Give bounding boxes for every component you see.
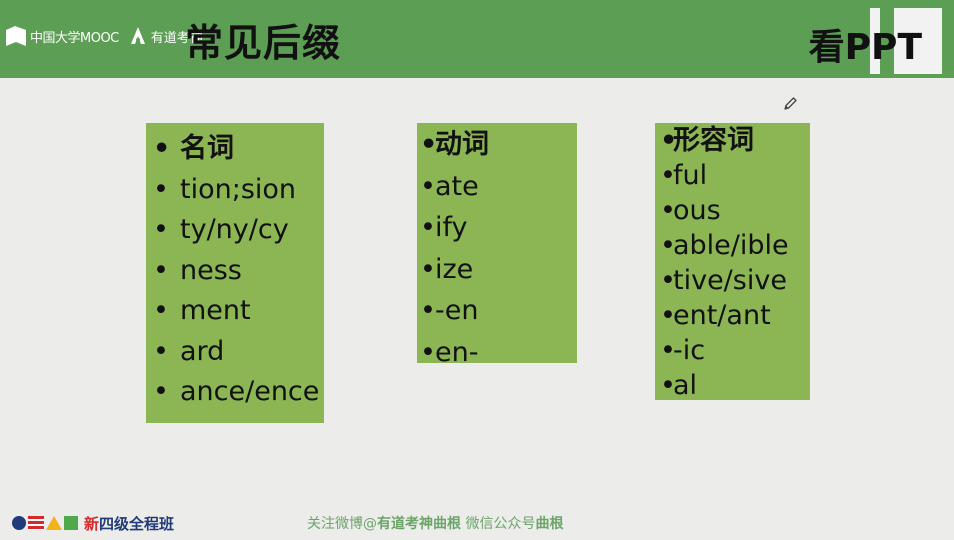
brand-mooc-text: 中国大学MOOC <box>30 30 119 46</box>
bullet: • <box>420 336 436 368</box>
list-item: • tion;sion <box>153 170 324 211</box>
bullet: • <box>420 295 436 326</box>
bullet: • <box>153 173 169 205</box>
bullet: • <box>660 195 676 226</box>
footer-credits: 关注微博@有道考神曲根 微信公众号曲根 <box>307 513 563 533</box>
list-item: •al <box>660 368 810 403</box>
kan-ppt-label: 看PPT <box>808 27 922 68</box>
page-title: 常见后缀 <box>185 21 342 65</box>
bullet: • <box>153 295 169 326</box>
youdao-logo-icon <box>130 27 145 44</box>
list-heading: • 名词 <box>153 129 324 170</box>
list-heading: •动词 <box>420 124 577 166</box>
list-item: •ent/ant <box>660 298 810 333</box>
bullet: • <box>153 214 169 245</box>
list-item: • ment <box>153 291 324 332</box>
suffix-text: ance/ence <box>180 376 320 407</box>
footer-weibo-label: 关注微博@ <box>307 516 377 532</box>
bullet: • <box>420 170 436 202</box>
noun-heading: 名词 <box>180 133 234 164</box>
suffix-text: -ic <box>673 335 706 366</box>
course-prefix: 新 <box>84 514 100 533</box>
suffix-text: tive/sive <box>673 265 787 296</box>
bullet: • <box>153 133 171 164</box>
course-name: 新四级全程班 <box>84 513 174 534</box>
stripes-icon <box>28 516 44 530</box>
list-item: •-en <box>420 290 577 332</box>
suffix-text: ate <box>435 170 479 202</box>
list-item: •ize <box>420 249 577 291</box>
list-item: • ness <box>153 251 324 292</box>
bullet: • <box>660 370 676 401</box>
suffix-text: tion;sion <box>180 173 297 205</box>
footer-weibo-account: 有道考神曲根 <box>377 516 461 532</box>
suffix-text: ness <box>180 254 242 286</box>
suffix-text: able/ible <box>673 230 789 261</box>
course-logo: 新四级全程班 <box>12 512 174 534</box>
suffix-text: ous <box>673 195 721 226</box>
bullet: • <box>153 254 169 286</box>
list-item: •en- <box>420 332 577 374</box>
square-icon <box>64 516 78 530</box>
bullet: • <box>660 335 676 366</box>
bullet: • <box>153 335 169 367</box>
list-item: •tive/sive <box>660 263 810 298</box>
header-bar: 中国大学MOOC 有道考神 常见后缀 看PPT <box>0 0 954 78</box>
list-item: • ance/ence <box>153 372 324 413</box>
bullet: • <box>153 376 169 407</box>
adjective-heading: 形容词 <box>673 125 754 156</box>
list-heading: •形容词 <box>660 123 810 158</box>
bullet: • <box>420 212 436 243</box>
bullet: • <box>420 129 438 160</box>
bullet: • <box>660 125 678 156</box>
list-item: •ify <box>420 207 577 249</box>
suffix-text: en- <box>435 336 479 368</box>
suffix-text: ment <box>180 295 251 326</box>
suffix-text: ize <box>435 253 474 285</box>
list-item: •ful <box>660 158 810 193</box>
pencil-icon[interactable] <box>782 96 798 112</box>
suffix-text: -en <box>435 295 479 326</box>
suffix-text: ty/ny/cy <box>180 214 289 245</box>
noun-suffix-box: • 名词 • tion;sion • ty/ny/cy • ness • ment • ar… <box>146 123 324 423</box>
bullet: • <box>660 300 676 331</box>
course-logo-icon <box>12 516 26 530</box>
mooc-logo-icon <box>6 26 26 46</box>
bullet: • <box>660 265 676 296</box>
verb-suffix-box: •动词 •ate •ify •ize •-en •en- <box>417 123 577 368</box>
list-item: •ous <box>660 193 810 228</box>
course-name-text: 四级全程班 <box>99 514 175 533</box>
suffix-text: ard <box>180 335 225 367</box>
list-item: •-ic <box>660 333 810 368</box>
triangle-icon <box>46 516 62 530</box>
bullet: • <box>420 253 436 285</box>
list-item: •able/ible <box>660 228 810 263</box>
suffix-text: ent/ant <box>673 300 771 331</box>
bullet: • <box>660 230 676 261</box>
bullet: • <box>660 160 676 191</box>
verb-heading: 动词 <box>435 129 489 160</box>
list-item: •ate <box>420 166 577 208</box>
list-item: • ty/ny/cy <box>153 210 324 251</box>
footer-wechat-account: 曲根 <box>535 516 564 532</box>
list-item: • ard <box>153 332 324 373</box>
footer-wechat-label: 微信公众号 <box>465 516 536 532</box>
suffix-text: ify <box>435 212 468 243</box>
suffix-text: al <box>673 370 698 401</box>
suffix-text: ful <box>673 160 708 191</box>
brand-logos: 中国大学MOOC 有道考神 <box>6 22 203 50</box>
adjective-suffix-box: •形容词 •ful •ous •able/ible •tive/sive •en… <box>655 123 810 403</box>
